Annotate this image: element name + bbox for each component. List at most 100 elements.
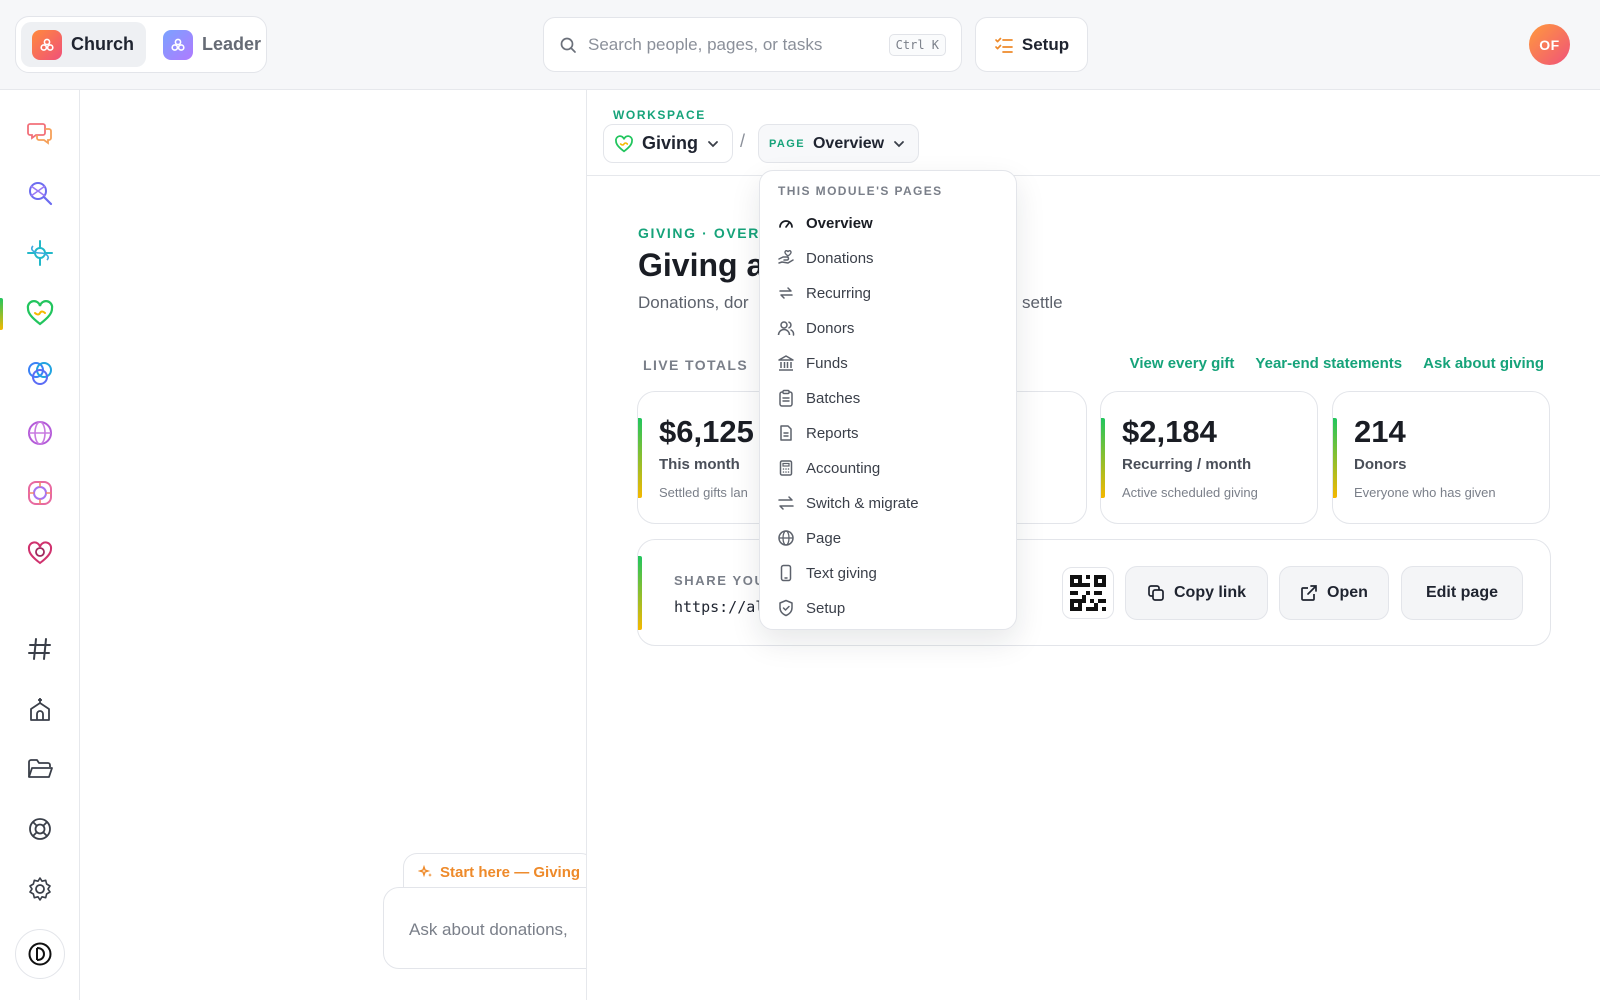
lifebuoy-icon [29,818,51,840]
dropdown-item-label: Donations [806,249,874,267]
rail-globe[interactable] [24,417,56,449]
year-end-statements-link[interactable]: Year-end statements [1255,355,1402,372]
dropdown-item-setup[interactable]: Setup [777,593,845,623]
dropdown-item-reports[interactable]: Reports [777,418,859,448]
rail-groups[interactable] [24,357,56,389]
leader-logo-icon [163,29,193,60]
gear-icon [29,877,51,901]
page-subtitle-end: settle [1022,293,1063,312]
card-accent [1101,418,1105,498]
stat-value: $2,184 [1122,414,1217,449]
card-accent [638,418,642,498]
chevron-down-icon [708,140,718,147]
module-pages-dropdown: THIS MODULE'S PAGES Overview Donations R… [759,170,1017,630]
globe-icon [778,530,794,546]
rail-media[interactable] [24,477,56,509]
dropdown-item-accounting[interactable]: Accounting [777,453,880,483]
folder-open-icon [28,759,53,778]
dropdown-item-batches[interactable]: Batches [777,383,860,413]
search-icon [560,37,576,53]
dropdown-item-label: Page [806,529,842,547]
chat-bubbles-icon [27,123,52,145]
rail-church-home[interactable] [24,693,56,725]
module-rail [0,90,80,1000]
open-button[interactable]: Open [1279,566,1389,620]
card-accent [638,556,642,630]
avatar[interactable]: OF [1529,24,1570,65]
dropdown-item-donations[interactable]: Donations [777,243,874,273]
dropdown-item-label: Text giving [806,564,877,582]
share-url[interactable]: https://al [674,598,764,616]
stat-sub: Active scheduled giving [1122,485,1258,500]
segment-leader[interactable]: Leader [152,22,273,67]
live-totals-label: LIVE TOTALS [643,357,749,373]
assistant-pane: Start here — Giving Ask about donations, [80,90,587,1000]
page-tag: PAGE [769,137,805,150]
brand-mark-icon [28,942,52,966]
phone-icon [780,564,792,582]
segment-church[interactable]: Church [21,22,146,67]
rail-theme-toggle[interactable] [15,929,65,979]
dropdown-item-recurring[interactable]: Recurring [777,278,871,308]
workspace-label: WORKSPACE [613,108,706,122]
stat-value: 214 [1354,414,1406,449]
rail-people-search[interactable] [24,177,56,209]
edit-page-button[interactable]: Edit page [1401,566,1523,620]
dropdown-item-switch-migrate[interactable]: Switch & migrate [777,488,919,518]
calculator-icon [779,460,793,476]
copy-link-button[interactable]: Copy link [1125,566,1268,620]
gauge-icon [779,220,793,228]
segment-leader-label: Leader [202,34,262,54]
start-here-tag[interactable]: Start here — Giving [403,853,586,891]
breadcrumb: WORKSPACE Giving / PAGE Overview [587,90,1600,176]
dropdown-item-label: Funds [806,354,848,372]
search-input[interactable]: Search people, pages, or tasks Ctrl K [543,17,962,72]
bank-icon [778,355,794,371]
dropdown-item-overview[interactable]: Overview [777,208,873,238]
connect-icon [27,240,53,266]
giving-heart-icon [26,300,54,326]
shield-check-icon [779,599,793,617]
dropdown-item-donors[interactable]: Donors [777,313,854,343]
dropdown-item-text-giving[interactable]: Text giving [777,558,877,588]
workspace-name: Giving [642,133,699,153]
edit-page-label: Edit page [1425,584,1498,601]
dropdown-item-label: Switch & migrate [806,494,919,512]
setup-button[interactable]: Setup [975,17,1088,72]
copy-link-label: Copy link [1173,584,1246,601]
repeat-icon [779,287,793,299]
rail-channels[interactable] [24,633,56,665]
rail-files[interactable] [24,753,56,785]
stat-card-recurring[interactable]: $2,184 Recurring / month Active schedule… [1100,391,1318,524]
page-title: Giving a [638,247,765,283]
breadcrumb-separator: / [740,131,746,151]
start-here-label: Start here — Giving [440,864,581,881]
quick-links: View every gift Year-end statements Ask … [1130,355,1544,372]
church-logo-icon [32,29,62,60]
rail-messages[interactable] [24,117,56,149]
dropdown-item-label: Overview [806,214,873,232]
hand-heart-icon [778,250,794,264]
rail-connect[interactable] [24,237,56,269]
search-people-icon [29,182,53,206]
stat-label: Donors [1354,456,1407,473]
rail-help[interactable] [24,813,56,845]
ask-about-giving-link[interactable]: Ask about giving [1423,355,1544,372]
workspace-switcher[interactable]: Giving [603,124,734,163]
qr-code-button[interactable] [1062,567,1114,619]
rail-giving[interactable] [24,297,56,329]
copy-icon [1148,585,1164,601]
rail-care[interactable] [24,537,56,569]
arrows-swap-icon [778,496,794,510]
stat-card-donors[interactable]: 214 Donors Everyone who has given [1332,391,1550,524]
stat-sub: Settled gifts lan [659,485,748,500]
search-shortcut: Ctrl K [888,33,946,56]
rail-settings[interactable] [24,873,56,905]
app-switcher: Church Leader [15,16,267,73]
view-every-gift-link[interactable]: View every gift [1130,355,1235,372]
dropdown-item-label: Batches [806,389,861,407]
dropdown-item-page[interactable]: Page [777,523,841,553]
page-switcher[interactable]: PAGE Overview [758,124,920,163]
dropdown-item-funds[interactable]: Funds [777,348,848,378]
sparkle-icon [418,864,432,877]
